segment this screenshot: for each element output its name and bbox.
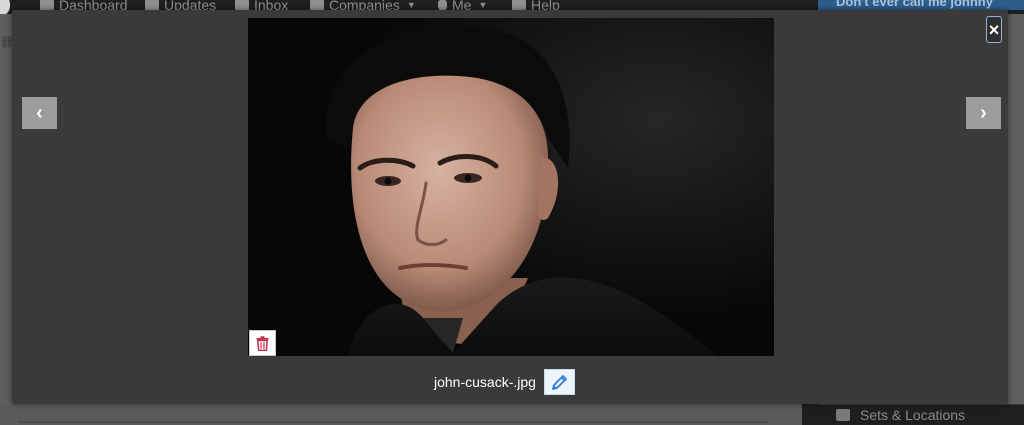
next-image-button[interactable]: › xyxy=(966,97,1001,129)
close-icon: × xyxy=(988,20,1000,40)
chevron-down-icon: ▼ xyxy=(478,0,488,10)
image-filename: john-cusack-.jpg xyxy=(434,374,536,390)
sidebar: Sets & Locations xyxy=(802,404,1024,425)
previous-image-button[interactable]: ‹ xyxy=(22,97,57,129)
edit-filename-button[interactable] xyxy=(544,369,575,395)
sidebar-item-sets-locations[interactable]: Sets & Locations xyxy=(818,404,1024,425)
portrait-photo xyxy=(248,18,774,356)
chevron-right-icon: › xyxy=(980,101,987,124)
pencil-icon xyxy=(552,374,567,390)
trash-icon xyxy=(256,335,269,351)
image-lightbox: ‹ › × john-cusack-.jpg xyxy=(12,10,1008,404)
user-menu-label: Don't ever call me johnny xyxy=(836,0,993,9)
app-logo xyxy=(0,0,10,14)
page-footer-area xyxy=(0,404,802,425)
user-menu-button[interactable]: Don't ever call me johnny xyxy=(818,0,1024,10)
link-icon: ⛓ xyxy=(0,37,14,49)
chevron-left-icon: ‹ xyxy=(36,101,43,124)
close-lightbox-button[interactable]: × xyxy=(986,16,1002,43)
chevron-down-icon: ▼ xyxy=(406,0,416,10)
store-icon xyxy=(836,409,850,421)
divider xyxy=(18,421,768,423)
sidebar-item-label: Sets & Locations xyxy=(860,407,966,423)
portrait-image xyxy=(248,18,774,356)
delete-image-button[interactable] xyxy=(249,330,276,356)
